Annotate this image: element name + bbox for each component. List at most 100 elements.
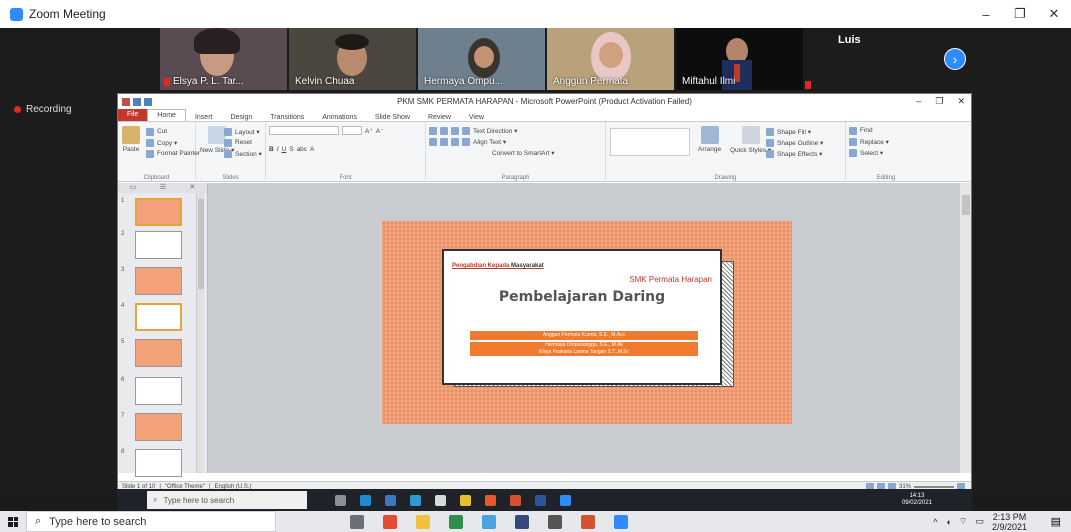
zoom-slider[interactable] xyxy=(914,486,954,488)
tab-animations[interactable]: Animations xyxy=(313,114,366,121)
close-pane-icon[interactable]: ✕ xyxy=(189,183,195,193)
close-button[interactable]: ✕ xyxy=(1037,0,1071,28)
chrome-icon[interactable] xyxy=(383,514,397,529)
participant-tile[interactable]: Anggun Permata xyxy=(547,28,674,90)
task-view-icon[interactable] xyxy=(335,494,346,506)
layout-button[interactable]: Layout ▾ xyxy=(224,126,262,137)
shapes-gallery[interactable] xyxy=(610,128,690,156)
thumbnail-scrollbar[interactable] xyxy=(196,193,204,473)
shape-fill-button[interactable]: Shape Fill ▾ xyxy=(766,126,823,137)
slide-thumbnail[interactable] xyxy=(135,377,182,405)
font-color-icon[interactable]: A xyxy=(310,146,314,153)
word-icon[interactable] xyxy=(535,494,546,506)
volume-icon[interactable]: ◖ xyxy=(946,517,951,527)
align-text-button[interactable]: Align Text ▾ xyxy=(473,138,506,146)
indent-icon[interactable] xyxy=(451,126,459,135)
grow-font-icon[interactable]: A⁺ xyxy=(365,127,373,135)
zoom-icon[interactable] xyxy=(560,494,571,506)
tab-view[interactable]: View xyxy=(460,114,493,121)
taskbar-search-box[interactable]: ⌕ Type here to search xyxy=(26,511,276,532)
shared-search-box[interactable]: ⌕ Type here to search xyxy=(147,491,307,509)
participant-tile[interactable]: Kelvin Chuaa xyxy=(289,28,416,90)
align-right-icon[interactable] xyxy=(451,137,459,146)
ppt-minimize-button[interactable]: – xyxy=(916,96,921,107)
slide-scrollbar[interactable] xyxy=(959,183,971,473)
slide-thumbnail[interactable] xyxy=(135,449,182,477)
numbering-icon[interactable] xyxy=(440,126,448,135)
calculator-icon[interactable] xyxy=(515,514,529,529)
copy-button[interactable]: Copy ▾ xyxy=(146,137,200,148)
section-button[interactable]: Section ▾ xyxy=(224,148,262,159)
participant-name-luis[interactable]: Luis xyxy=(838,34,861,46)
chrome-icon[interactable] xyxy=(485,494,496,506)
shape-effects-button[interactable]: Shape Effects ▾ xyxy=(766,148,823,159)
find-button[interactable]: Find xyxy=(849,125,923,136)
participant-tile[interactable]: Hermaya Ompu... xyxy=(418,28,545,90)
bold-icon[interactable]: B xyxy=(269,146,274,153)
paste-button[interactable]: Paste xyxy=(122,126,140,153)
show-hidden-icons[interactable]: ^ xyxy=(933,517,937,527)
slide-thumbnail[interactable] xyxy=(135,413,182,441)
participant-tile[interactable]: Miftahul Ilmi xyxy=(676,28,803,90)
align-left-icon[interactable] xyxy=(429,137,437,146)
slide-thumbnail[interactable] xyxy=(135,303,182,331)
participant-tile[interactable]: Elsya P. L. Tar... xyxy=(160,28,287,90)
tab-design[interactable]: Design xyxy=(221,114,261,121)
next-page-button[interactable]: › xyxy=(944,48,966,70)
font-family-select[interactable] xyxy=(269,126,339,135)
reset-button[interactable]: Reset xyxy=(224,137,262,148)
file-explorer-icon[interactable] xyxy=(416,514,430,529)
edge-icon[interactable] xyxy=(360,494,371,506)
task-view-icon[interactable] xyxy=(350,514,364,529)
ppt-close-button[interactable]: ✕ xyxy=(957,96,965,107)
slides-tab[interactable]: ▭ xyxy=(130,183,137,193)
align-center-icon[interactable] xyxy=(440,137,448,146)
slide[interactable]: Pengabdian Kepada Masyarakat SMK Permata… xyxy=(382,221,792,424)
cut-button[interactable]: Cut xyxy=(146,126,200,137)
font-size-select[interactable] xyxy=(342,126,362,135)
zoom-icon[interactable] xyxy=(614,514,628,529)
app-icon[interactable] xyxy=(482,514,496,529)
settings-icon[interactable] xyxy=(548,514,562,529)
format-painter-button[interactable]: Format Painter xyxy=(146,148,200,159)
slide-thumbnail[interactable] xyxy=(135,267,182,295)
outline-tab[interactable]: ☰ xyxy=(160,183,166,193)
tab-slide-show[interactable]: Slide Show xyxy=(366,114,419,121)
powerpoint-icon[interactable] xyxy=(510,494,521,506)
bullets-icon[interactable] xyxy=(429,126,437,135)
app-icon[interactable] xyxy=(460,494,471,506)
italic-icon[interactable]: I xyxy=(277,146,279,153)
battery-icon[interactable]: ▭ xyxy=(975,516,984,527)
clock[interactable]: 2:13 PM 2/9/2021 xyxy=(992,512,1027,532)
tab-transitions[interactable]: Transitions xyxy=(261,114,313,121)
justify-icon[interactable] xyxy=(462,137,470,146)
wifi-icon[interactable]: ⌔ xyxy=(959,516,967,527)
line-spacing-icon[interactable] xyxy=(462,126,470,135)
strikethrough-icon[interactable]: abc xyxy=(297,146,307,153)
replace-button[interactable]: Replace ▾ xyxy=(849,136,923,147)
underline-icon[interactable]: U xyxy=(282,146,287,153)
select-button[interactable]: Select ▾ xyxy=(849,147,923,158)
tab-insert[interactable]: Insert xyxy=(186,114,222,121)
shadow-icon[interactable]: S xyxy=(289,146,293,153)
app-icon[interactable] xyxy=(435,494,446,506)
ppt-restore-button[interactable]: ❐ xyxy=(935,96,943,107)
convert-smartart-button[interactable]: Convert to SmartArt ▾ xyxy=(492,149,555,157)
file-explorer-icon[interactable] xyxy=(385,494,396,506)
notification-icon[interactable]: ▤ xyxy=(1051,515,1061,528)
restore-button[interactable]: ❐ xyxy=(1003,0,1037,28)
tab-home[interactable]: Home xyxy=(147,109,186,121)
text-direction-button[interactable]: Text Direction ▾ xyxy=(473,127,517,135)
store-icon[interactable] xyxy=(410,494,421,506)
shape-outline-button[interactable]: Shape Outline ▾ xyxy=(766,137,823,148)
slide-thumbnail[interactable] xyxy=(135,231,182,259)
slide-canvas[interactable]: Pengabdian Kepada Masyarakat SMK Permata… xyxy=(210,183,959,473)
arrange-button[interactable]: Arrange xyxy=(698,126,721,153)
tab-file[interactable]: File xyxy=(118,109,148,121)
minimize-button[interactable]: – xyxy=(969,0,1003,28)
slide-thumbnail[interactable] xyxy=(135,198,182,226)
tab-review[interactable]: Review xyxy=(419,114,460,121)
powerpoint-icon[interactable] xyxy=(581,514,595,529)
start-button[interactable] xyxy=(0,516,26,527)
shrink-font-icon[interactable]: A⁻ xyxy=(376,127,384,135)
